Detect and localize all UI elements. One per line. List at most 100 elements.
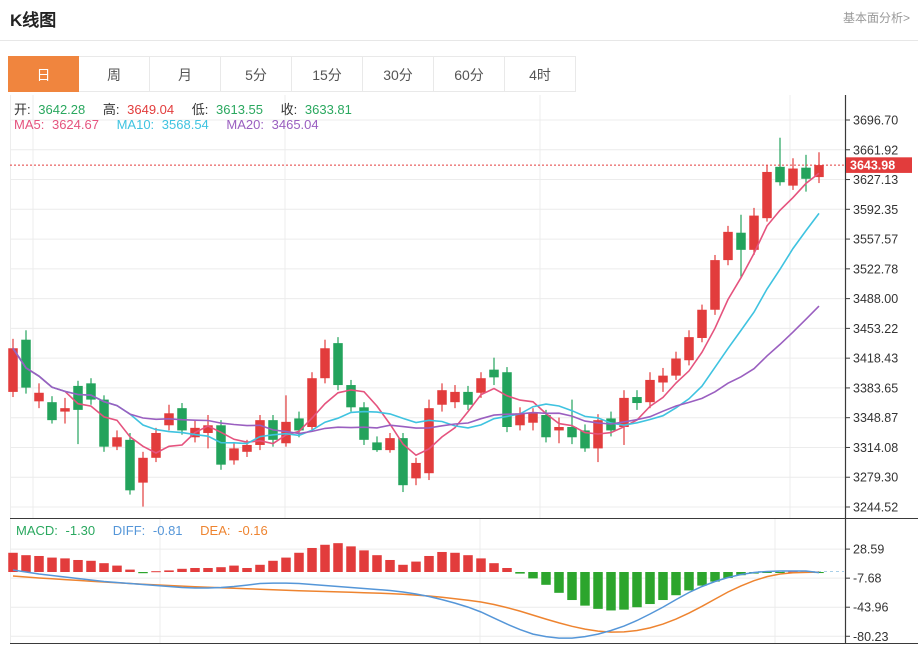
macd-hist-bar	[463, 555, 473, 572]
axis-tick-label: 3279.30	[853, 471, 898, 485]
macd-hist-bar	[21, 555, 31, 572]
axis-tick-label: 3383.65	[853, 381, 898, 395]
interval-tabbar: 日周月 5分 15分 30分 60分 4时	[8, 56, 576, 92]
candle-body	[112, 437, 122, 447]
macd-hist-bar	[112, 565, 122, 572]
candle-body	[372, 442, 382, 451]
axis-tick-label: 3696.70	[853, 114, 898, 128]
macd-hist-bar	[541, 572, 551, 585]
macd-hist-bar	[255, 564, 265, 572]
axis-tick-label: 3453.22	[853, 322, 898, 336]
macd-hist-bar	[346, 546, 356, 572]
candle-body	[424, 408, 434, 474]
candlestick-chart[interactable]: 3696.70 3661.92 3627.13 3592.35 3557.57 3522.…	[0, 0, 918, 650]
dea-value: -0.16	[238, 523, 268, 538]
macd-hist-bar	[619, 572, 629, 610]
tab-interval-6[interactable]: 60分	[434, 56, 505, 92]
tab-interval-3[interactable]: 5分	[221, 56, 292, 92]
candle-body	[411, 462, 421, 479]
candle-body	[47, 402, 57, 421]
macd-hist-bar	[359, 550, 369, 572]
ma10-label: MA10:	[116, 117, 155, 132]
candle-body	[333, 343, 343, 386]
macd-hist-bar	[268, 560, 278, 572]
macd-hist-bar	[34, 555, 44, 572]
low-label: 低:	[191, 102, 209, 117]
candle-body	[567, 426, 577, 438]
open-label: 开:	[14, 102, 31, 117]
candle-body	[60, 408, 70, 412]
macd-hist-bar	[437, 551, 447, 572]
macd-hist-bar	[385, 559, 395, 572]
candle-body	[398, 438, 408, 486]
macd-hist-bar	[697, 572, 707, 586]
candle-body	[801, 167, 811, 179]
macd-hist-bar	[632, 572, 642, 608]
ma-readout: MA5: 3624.67 MA10: 3568.54 MA20: 3465.04	[14, 117, 323, 132]
axis-tick-label: 3348.87	[853, 411, 898, 425]
macd-hist-bar	[307, 547, 317, 572]
tab-interval-5[interactable]: 30分	[363, 56, 434, 92]
tab-interval-7[interactable]: 4时	[505, 56, 576, 92]
axis-tick-label: 3244.52	[853, 501, 898, 515]
macd-hist-bar	[658, 572, 668, 601]
candle-body	[307, 378, 317, 427]
axis-tick-label: 3314.08	[853, 441, 898, 455]
macd-hist-bar	[190, 567, 200, 572]
candle-body	[242, 444, 252, 452]
candle-body	[463, 391, 473, 405]
macd-hist-bar	[684, 572, 694, 591]
macd-hist-bar	[567, 572, 577, 601]
tab-interval-0[interactable]: 日	[8, 56, 79, 92]
candle-body	[645, 379, 655, 403]
high-label: 高:	[102, 102, 120, 117]
axis-tick-label: 3661.92	[853, 143, 898, 157]
tab-interval-1[interactable]: 周	[79, 56, 150, 92]
candle-body	[450, 391, 460, 403]
macd-hist-bar	[593, 572, 603, 609]
axis-tick-label: -80.23	[853, 630, 888, 644]
ma20-label: MA20:	[226, 117, 264, 132]
candle-body	[99, 399, 109, 447]
candle-body	[684, 337, 694, 361]
candle-body	[489, 369, 499, 378]
close-value: 3633.81	[304, 102, 352, 117]
low-value: 3613.55	[216, 102, 263, 117]
high-value: 3649.04	[127, 102, 175, 117]
candle-body	[138, 457, 148, 483]
macd-hist-bar	[580, 572, 590, 606]
candle-body	[554, 426, 564, 431]
candle-body	[385, 438, 395, 451]
candle-body	[34, 392, 44, 402]
candle-body	[125, 439, 135, 491]
macd-hist-bar	[177, 568, 187, 572]
macd-hist-bar	[216, 567, 226, 572]
tab-interval-2[interactable]: 月	[150, 56, 221, 92]
macd-value: -1.30	[65, 523, 96, 538]
macd-hist-bar	[125, 569, 135, 572]
macd-hist-bar	[138, 572, 148, 574]
candle-body	[736, 232, 746, 250]
close-label: 收:	[280, 102, 298, 117]
ma5-label: MA5:	[14, 117, 45, 132]
macd-hist-bar	[333, 543, 343, 572]
candle-body	[320, 348, 330, 379]
candle-body	[476, 378, 486, 393]
macd-hist-bar	[645, 572, 655, 605]
ma10-value: 3568.54	[161, 117, 209, 132]
candle-body	[151, 432, 161, 458]
candle-body	[723, 231, 733, 261]
current-price-label: 3643.98	[850, 159, 895, 173]
candle-body	[502, 372, 512, 427]
macd-hist-bar	[320, 544, 330, 572]
axis-tick-label: 3418.43	[853, 352, 898, 366]
diff-label: DIFF:	[112, 523, 146, 538]
macd-hist-bar	[489, 563, 499, 572]
macd-hist-bar	[86, 560, 96, 572]
axis-tick-label: -43.96	[853, 601, 888, 615]
macd-hist-bar	[294, 552, 304, 572]
candle-body	[775, 166, 785, 183]
macd-hist-bar	[515, 572, 525, 574]
tab-interval-4[interactable]: 15分	[292, 56, 363, 92]
macd-hist-bar	[99, 563, 109, 572]
